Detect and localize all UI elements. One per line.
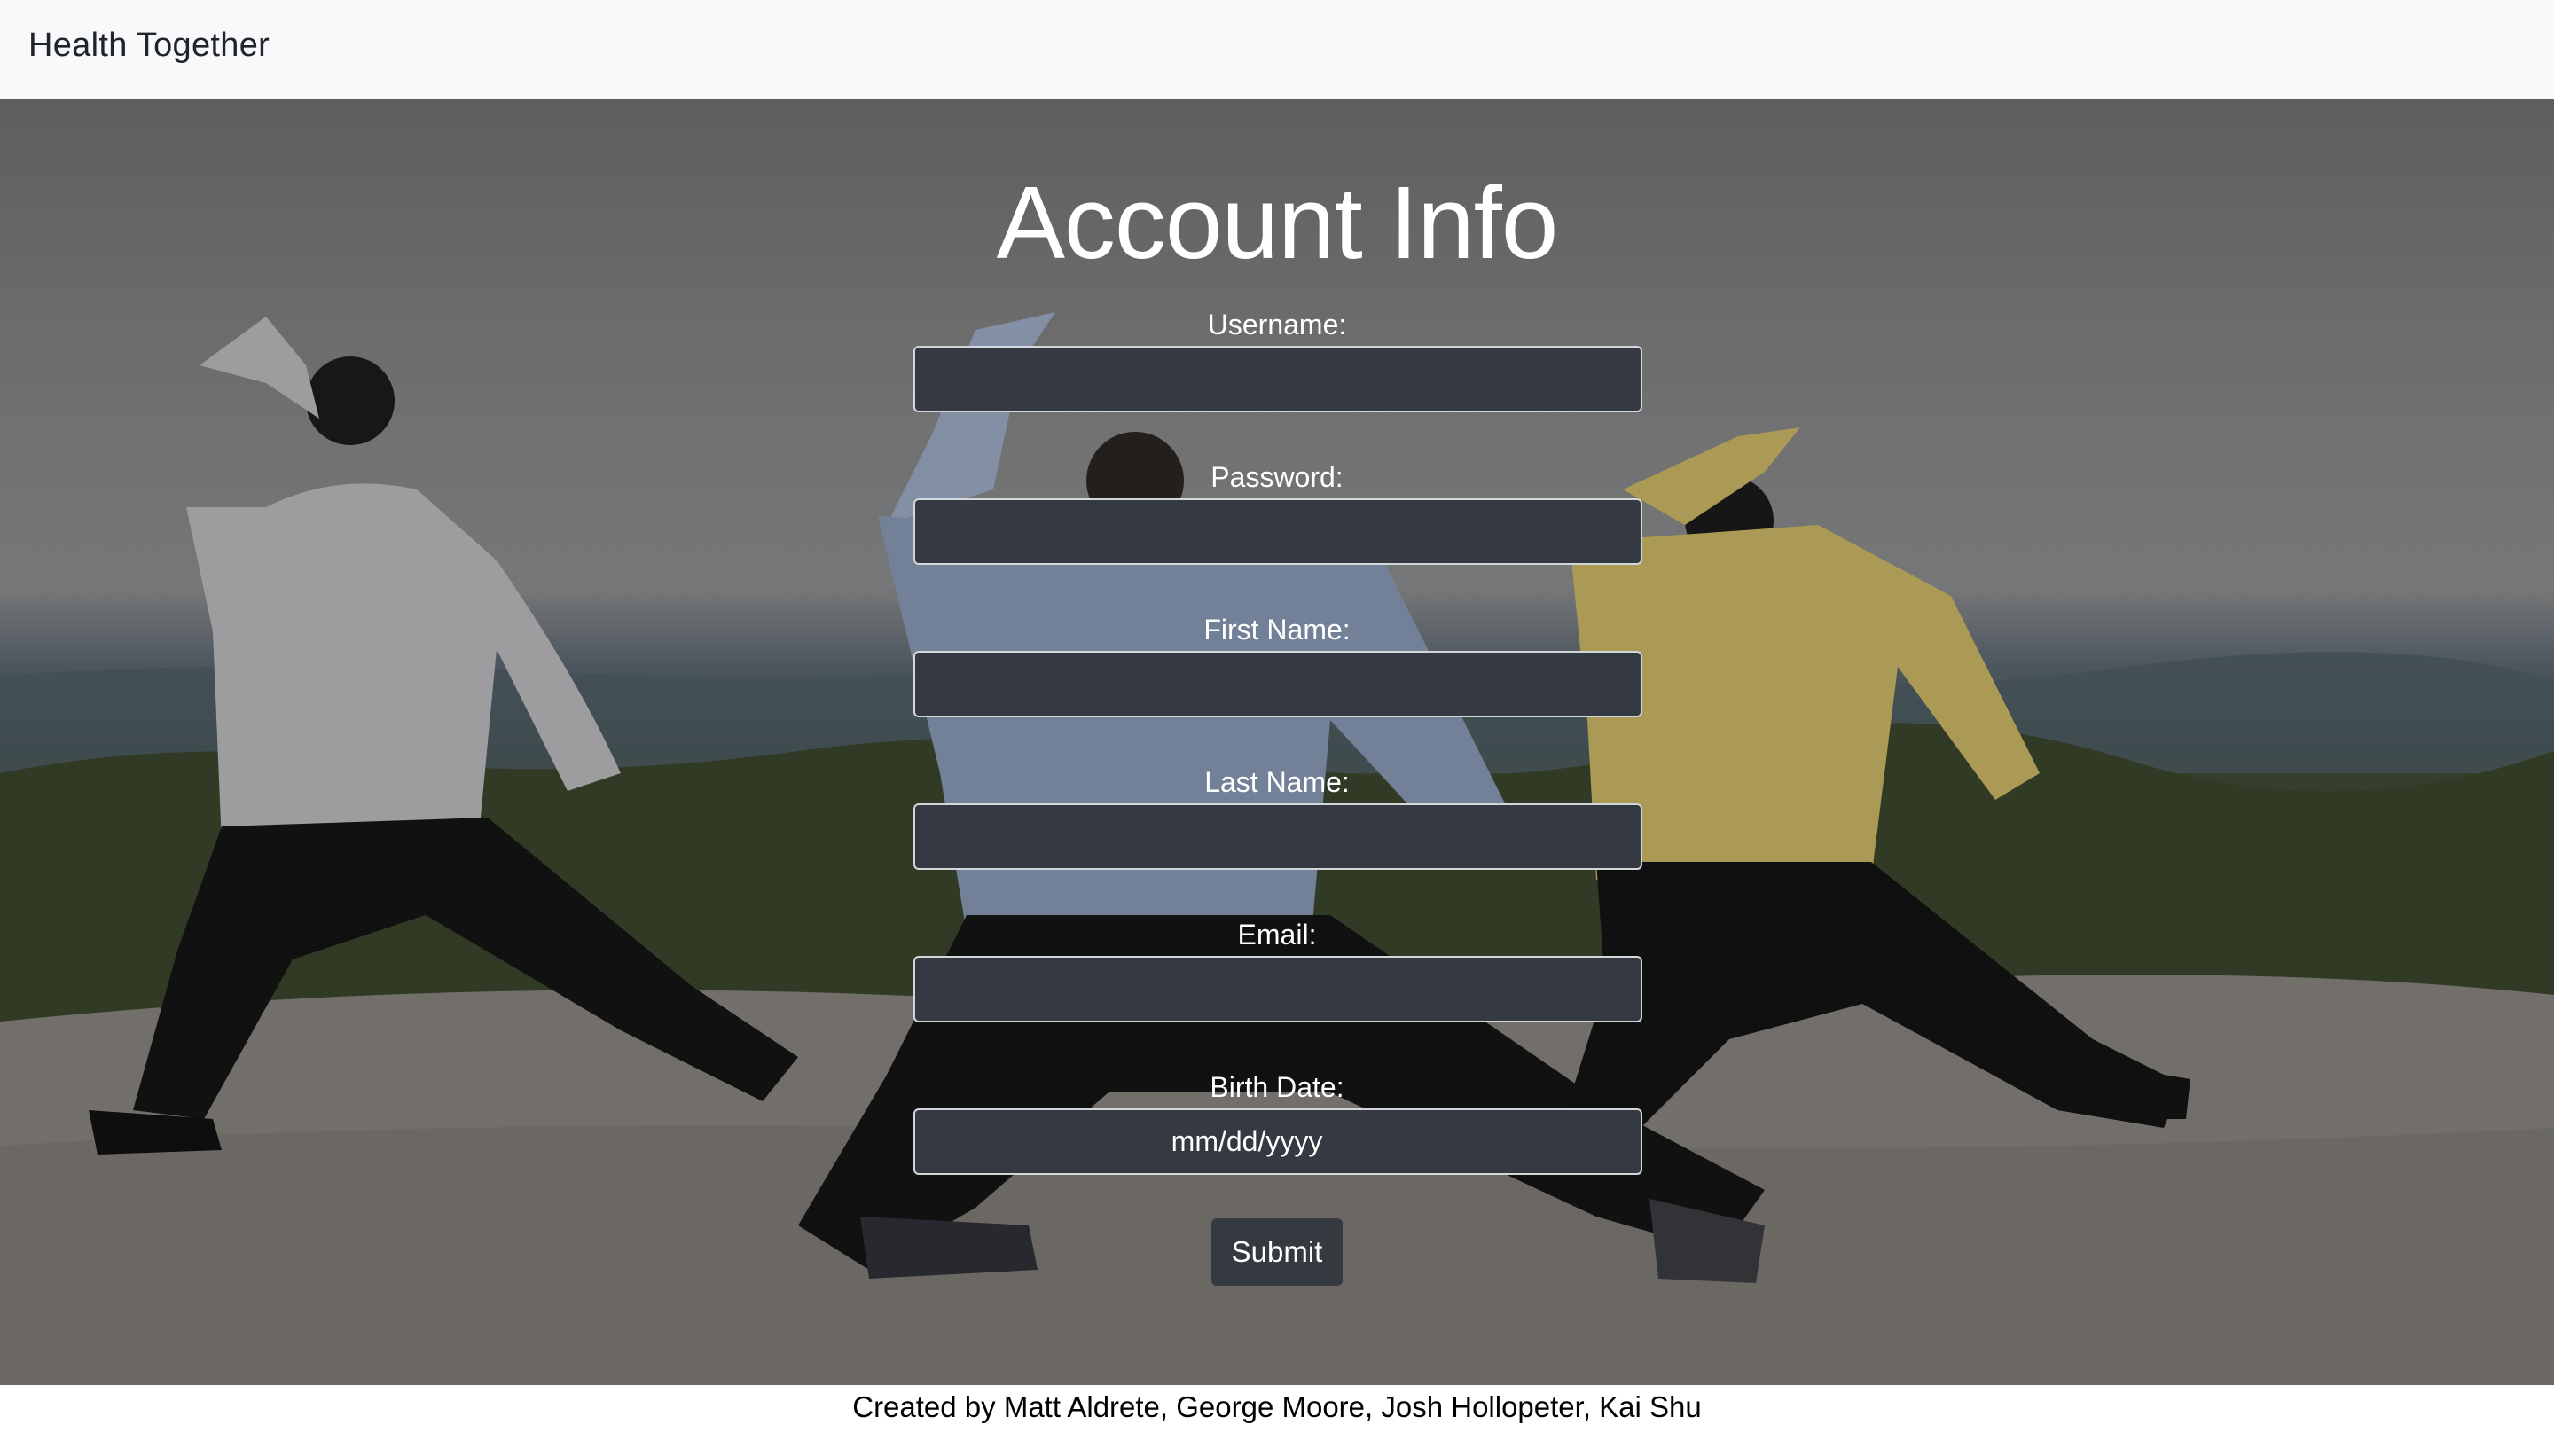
birth-date-label: Birth Date: [1210, 1071, 1344, 1103]
page-title: Account Info [996, 165, 1559, 280]
username-label: Username: [1207, 309, 1347, 341]
username-input[interactable] [913, 346, 1642, 412]
footer: Created by Matt Aldrete, George Moore, J… [0, 1385, 2554, 1456]
brand-link[interactable]: Health Together [28, 27, 270, 65]
birth-date-input[interactable] [913, 1108, 1642, 1175]
footer-credits: Created by Matt Aldrete, George Moore, J… [852, 1390, 1702, 1423]
email-label: Email: [1237, 919, 1317, 951]
password-input[interactable] [913, 498, 1642, 565]
password-label: Password: [1210, 461, 1344, 493]
background-photo [0, 99, 2554, 1385]
hero-section: Account Info Username: Password: First N… [0, 99, 2554, 1385]
submit-button[interactable]: Submit [1211, 1218, 1343, 1286]
first-name-input[interactable] [913, 651, 1642, 717]
navbar: Health Together [0, 0, 2554, 99]
last-name-input[interactable] [913, 803, 1642, 870]
last-name-label: Last Name: [1204, 766, 1350, 798]
email-input[interactable] [913, 956, 1642, 1022]
first-name-label: First Name: [1203, 614, 1351, 646]
